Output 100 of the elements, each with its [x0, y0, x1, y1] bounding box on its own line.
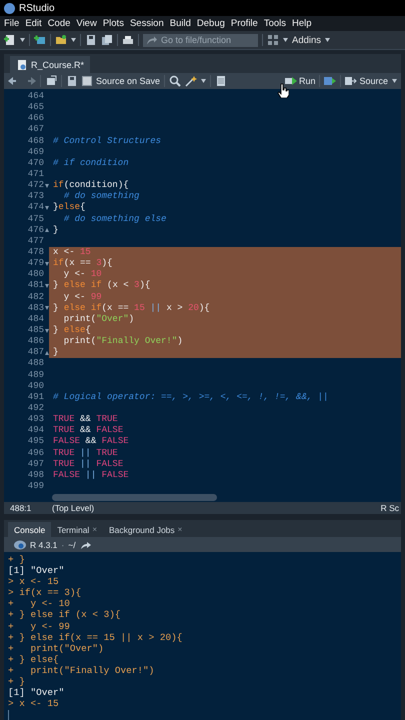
- addins-menu[interactable]: Addins: [292, 34, 322, 46]
- line-number: 496: [28, 448, 44, 459]
- close-icon[interactable]: ×: [178, 525, 182, 534]
- line-number: 483: [28, 302, 44, 314]
- folder-icon[interactable]: [55, 34, 67, 46]
- file-type-selector[interactable]: R Sc: [380, 503, 401, 513]
- command-text: > x <- 15: [8, 698, 59, 710]
- code-line: }: [53, 347, 58, 358]
- fold-end-icon[interactable]: [45, 350, 49, 355]
- caret-icon[interactable]: [71, 38, 76, 42]
- cursor-position: 488:1: [9, 503, 32, 513]
- menu-item[interactable]: View: [76, 18, 97, 29]
- code-line: } else{: [53, 324, 91, 335]
- magic-wand-icon[interactable]: [185, 75, 198, 87]
- grid-icon[interactable]: [267, 34, 279, 46]
- command-text: + } else{: [8, 654, 59, 665]
- code-line: } else if(x == 15 || x > 20){: [53, 302, 210, 313]
- scope-selector[interactable]: (Top Level): [52, 503, 381, 513]
- fold-toggle-icon[interactable]: [45, 184, 49, 188]
- caret-icon[interactable]: [392, 79, 397, 83]
- line-number: 479: [28, 258, 44, 270]
- line-number: 478: [28, 246, 44, 258]
- print-icon[interactable]: [122, 34, 134, 46]
- menu-item[interactable]: Profile: [230, 18, 258, 29]
- fold-toggle-icon[interactable]: [45, 306, 49, 310]
- line-number: 477: [28, 236, 44, 247]
- line-number: 476: [28, 224, 44, 236]
- caret-icon[interactable]: [201, 79, 206, 83]
- line-number: 484: [28, 314, 44, 325]
- code-line: # Logical operator: ==, >, >=, <, <=, !, !=, &&, ||: [53, 392, 328, 402]
- code-line: }else{: [53, 202, 86, 212]
- output-text: [1] "Over": [8, 687, 64, 698]
- search-icon[interactable]: [169, 75, 182, 87]
- command-text: + }: [8, 554, 25, 565]
- working-directory: ~/: [68, 540, 76, 550]
- text-cursor: [8, 710, 9, 720]
- command-text: + y <- 99: [8, 620, 70, 632]
- rerun-icon[interactable]: [324, 75, 336, 87]
- save-all-icon[interactable]: [101, 34, 113, 46]
- source-on-save-checkbox[interactable]: [82, 76, 92, 86]
- fold-end-icon[interactable]: [45, 228, 49, 232]
- code-line: # do something else: [62, 214, 166, 224]
- code-line: # do something: [62, 191, 140, 202]
- menu-item[interactable]: Code: [48, 18, 70, 29]
- run-button[interactable]: Run: [284, 75, 316, 87]
- command-text: + }: [8, 676, 25, 688]
- code-line: FALSE || FALSE: [53, 470, 129, 480]
- fold-toggle-icon[interactable]: [45, 262, 49, 266]
- checkbox-label: Source on Save: [96, 76, 160, 86]
- line-number: 466: [28, 113, 44, 124]
- code-line: TRUE && TRUE: [53, 414, 118, 424]
- caret-icon[interactable]: [20, 38, 25, 42]
- editor-tab[interactable]: R_Course.R*: [10, 56, 90, 73]
- fold-toggle-icon[interactable]: [45, 328, 49, 333]
- line-number: 499: [28, 480, 44, 492]
- save-icon[interactable]: [66, 75, 78, 87]
- scrollbar-thumb[interactable]: [52, 494, 217, 500]
- code-line: # if condition: [53, 158, 129, 168]
- close-icon[interactable]: ×: [92, 525, 97, 534]
- menu-item[interactable]: Build: [170, 18, 191, 29]
- line-number: 489: [28, 370, 44, 381]
- command-text: + y <- 10: [8, 598, 70, 610]
- menu-item[interactable]: Help: [292, 18, 312, 29]
- fold-toggle-icon[interactable]: [45, 206, 49, 210]
- code-line: } else if (x < 3){: [53, 280, 150, 290]
- new-file-icon[interactable]: [4, 34, 16, 46]
- code-line: print("Finally Over!"): [62, 336, 183, 346]
- line-number: 486: [28, 336, 44, 348]
- line-number: 482: [28, 292, 44, 303]
- menu-item[interactable]: Plots: [102, 18, 124, 29]
- menu-item[interactable]: File: [4, 18, 20, 29]
- fold-toggle-icon[interactable]: [45, 284, 49, 288]
- console-tab[interactable]: Console: [8, 522, 52, 537]
- menu-item[interactable]: Session: [130, 18, 164, 29]
- menu-item[interactable]: Tools: [264, 18, 286, 29]
- r-version: R 4.3.1: [30, 540, 58, 550]
- code-line: }: [53, 224, 58, 235]
- line-number: 485: [28, 324, 44, 336]
- menu-item[interactable]: Debug: [196, 18, 225, 29]
- notebook-icon[interactable]: [215, 75, 228, 87]
- save-icon[interactable]: [85, 34, 97, 46]
- separator-dot: ·: [61, 540, 64, 550]
- line-number: 491: [28, 392, 44, 403]
- run-icon: [284, 75, 297, 87]
- command-text: + print("Over"): [8, 642, 104, 654]
- window-title: RStudio: [19, 2, 55, 14]
- menu-item[interactable]: Edit: [25, 18, 42, 29]
- line-number: 488: [28, 358, 44, 370]
- line-number: 465: [28, 102, 44, 114]
- code-line: y <- 99: [62, 292, 102, 302]
- search-field[interactable]: Go to file/function: [158, 34, 258, 46]
- cube-icon[interactable]: [34, 34, 46, 46]
- popout-icon[interactable]: [45, 75, 57, 87]
- line-number: 490: [28, 380, 44, 392]
- code-line: TRUE || FALSE: [53, 458, 124, 469]
- app-logo-icon: [4, 2, 15, 14]
- source-button[interactable]: Source: [345, 75, 388, 87]
- caret-icon[interactable]: [325, 38, 330, 42]
- caret-icon[interactable]: [283, 38, 288, 42]
- line-number: 473: [28, 191, 44, 202]
